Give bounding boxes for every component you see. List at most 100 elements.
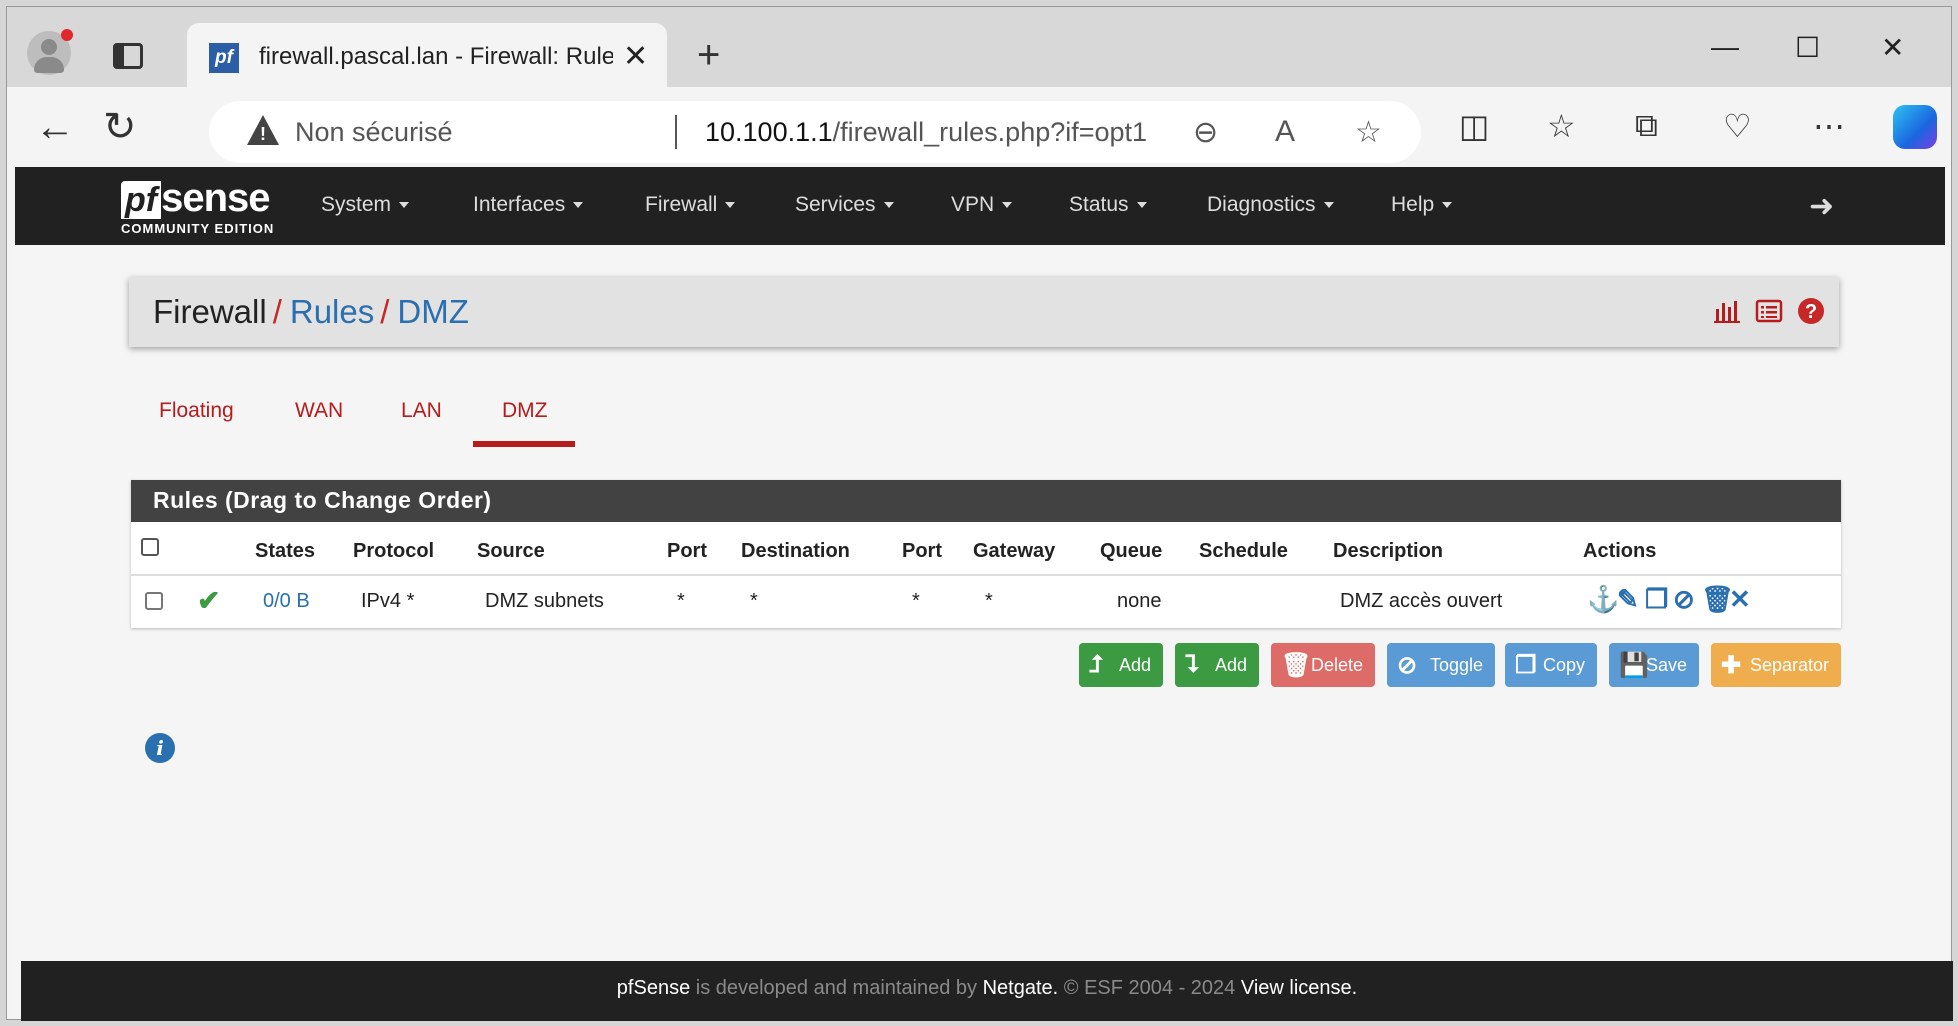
- col-actions: Actions: [1583, 540, 1657, 562]
- rule-protocol: IPv4 *: [361, 590, 415, 612]
- info-icon[interactable]: i: [145, 733, 175, 763]
- save-label: Save: [1645, 655, 1687, 675]
- page-footer: pfSense is developed and maintained by N…: [21, 961, 1953, 1021]
- logo-sense: sense: [161, 176, 270, 220]
- rule-select-checkbox[interactable]: [145, 592, 163, 610]
- browser-window: pf firewall.pascal.lan - Firewall: Rules…: [6, 6, 1953, 1021]
- browser-essentials-icon[interactable]: ♡: [1723, 107, 1752, 145]
- toggle-button[interactable]: ⊘ Toggle: [1387, 643, 1495, 687]
- menu-services[interactable]: Services: [795, 193, 894, 217]
- separator-button[interactable]: ✚ Separator: [1711, 643, 1841, 687]
- ban-icon: ⊘: [1397, 652, 1418, 679]
- breadcrumb-separator: /: [272, 293, 282, 330]
- tab-actions-icon[interactable]: [113, 43, 143, 69]
- copy-button[interactable]: ❐ Copy: [1505, 643, 1597, 687]
- edit-pencil-icon[interactable]: ✎: [1617, 584, 1639, 615]
- add-top-label: Add: [1118, 655, 1151, 675]
- rule-queue: none: [1117, 590, 1162, 612]
- active-tab-indicator: [473, 441, 575, 447]
- tab-floating[interactable]: Floating: [159, 399, 234, 423]
- split-screen-icon[interactable]: ◫: [1459, 107, 1489, 145]
- select-all-checkbox[interactable]: [141, 538, 159, 556]
- tab-dmz[interactable]: DMZ: [502, 399, 548, 423]
- profile-icon[interactable]: [27, 29, 73, 75]
- help-icon[interactable]: ?: [1797, 297, 1825, 325]
- menu-vpn[interactable]: VPN: [951, 193, 1012, 217]
- plus-icon: ✚: [1721, 652, 1742, 679]
- footer-company-link[interactable]: Netgate.: [983, 977, 1059, 999]
- minimize-icon[interactable]: —: [1711, 31, 1739, 63]
- col-destination-port: Port: [902, 540, 942, 562]
- rule-enabled-check-icon[interactable]: ✔: [197, 584, 220, 617]
- refresh-icon[interactable]: ↻: [103, 107, 137, 147]
- menu-diagnostics[interactable]: Diagnostics: [1207, 193, 1334, 217]
- breadcrumb-dmz[interactable]: DMZ: [397, 293, 468, 330]
- delete-button[interactable]: 🗑 Delete: [1271, 643, 1375, 687]
- zoom-out-icon[interactable]: ⊖: [1193, 115, 1218, 150]
- window-close-icon[interactable]: ✕: [1881, 31, 1904, 64]
- url-text[interactable]: 10.100.1.1/firewall_rules.php?if=opt1: [705, 117, 1147, 148]
- footer-text-1: is developed and maintained by: [690, 977, 983, 999]
- read-aloud-icon[interactable]: A: [1275, 115, 1295, 149]
- toggle-label: Toggle: [1429, 655, 1483, 675]
- breadcrumb-rules[interactable]: Rules: [290, 293, 374, 330]
- col-source: Source: [477, 540, 545, 562]
- security-label[interactable]: Non sécurisé: [295, 117, 453, 148]
- pfsense-logo[interactable]: pf sense COMMUNITY EDITION: [121, 176, 274, 236]
- footer-text-2: © ESF 2004 - 2024: [1058, 977, 1241, 999]
- delete-label: Delete: [1310, 655, 1363, 675]
- breadcrumb-separator: /: [380, 293, 390, 330]
- rule-destination: *: [750, 590, 758, 612]
- rules-panel-title: Rules (Drag to Change Order): [131, 480, 1841, 522]
- address-bar[interactable]: Non sécurisé 10.100.1.1/firewall_rules.p…: [209, 101, 1421, 163]
- rule-gateway: *: [985, 590, 993, 612]
- menu-interfaces[interactable]: Interfaces: [473, 193, 583, 217]
- anchor-icon[interactable]: ⚓: [1587, 584, 1619, 615]
- breadcrumb: Firewall / Rules / DMZ ?: [129, 277, 1839, 347]
- col-gateway: Gateway: [973, 540, 1056, 562]
- menu-help[interactable]: Help: [1391, 193, 1452, 217]
- copy-label: Copy: [1542, 655, 1585, 675]
- arrow-up-icon: ⮥: [1089, 651, 1104, 678]
- warning-icon: [247, 115, 279, 145]
- favorites-icon[interactable]: ☆: [1547, 107, 1576, 145]
- footer-license-link[interactable]: View license.: [1241, 977, 1357, 999]
- favorite-star-icon[interactable]: ☆: [1355, 115, 1382, 150]
- menu-firewall[interactable]: Firewall: [645, 193, 735, 217]
- page-content: pf sense COMMUNITY EDITION System Interfa…: [15, 167, 1953, 1021]
- logout-icon[interactable]: ➜: [1809, 189, 1834, 224]
- more-options-icon[interactable]: ⋯: [1813, 107, 1845, 145]
- disable-icon[interactable]: ⊘: [1673, 584, 1695, 615]
- add-bottom-button[interactable]: ⮧ Add: [1175, 643, 1259, 687]
- floppy-disk-icon: 💾: [1619, 652, 1649, 679]
- back-icon[interactable]: ←: [35, 107, 75, 147]
- col-states: States: [255, 540, 316, 562]
- add-top-button[interactable]: ⮥ Add: [1079, 643, 1163, 687]
- copy-rule-icon[interactable]: ❐: [1645, 584, 1668, 615]
- save-button[interactable]: 💾 Save: [1609, 643, 1699, 687]
- separator-label: Separator: [1749, 655, 1829, 675]
- logs-list-icon[interactable]: [1755, 297, 1783, 325]
- tab-wan[interactable]: WAN: [295, 399, 343, 423]
- col-source-port: Port: [667, 540, 707, 562]
- col-protocol: Protocol: [353, 540, 435, 562]
- copilot-icon[interactable]: [1893, 105, 1937, 149]
- close-tab-icon[interactable]: ✕: [623, 39, 648, 74]
- add-bottom-label: Add: [1214, 655, 1247, 675]
- tab-lan[interactable]: LAN: [401, 399, 442, 423]
- footer-brand[interactable]: pfSense: [617, 977, 690, 999]
- traffic-graph-icon[interactable]: [1713, 297, 1741, 325]
- browser-tab[interactable]: pf firewall.pascal.lan - Firewall: Rules…: [187, 23, 667, 89]
- collections-icon[interactable]: ⧉: [1635, 107, 1658, 145]
- trash-icon: 🗑: [1281, 652, 1312, 679]
- svg-text:?: ?: [1805, 301, 1817, 323]
- rule-source: DMZ subnets: [485, 590, 604, 612]
- maximize-icon[interactable]: ☐: [1795, 31, 1820, 64]
- col-description: Description: [1333, 540, 1444, 562]
- remove-x-icon[interactable]: ✕: [1729, 584, 1751, 615]
- menu-status[interactable]: Status: [1069, 193, 1147, 217]
- rule-states[interactable]: 0/0 B: [263, 590, 310, 613]
- top-navbar: pf sense COMMUNITY EDITION System Interfa…: [15, 167, 1945, 245]
- menu-system[interactable]: System: [321, 193, 409, 217]
- new-tab-icon[interactable]: +: [697, 35, 720, 75]
